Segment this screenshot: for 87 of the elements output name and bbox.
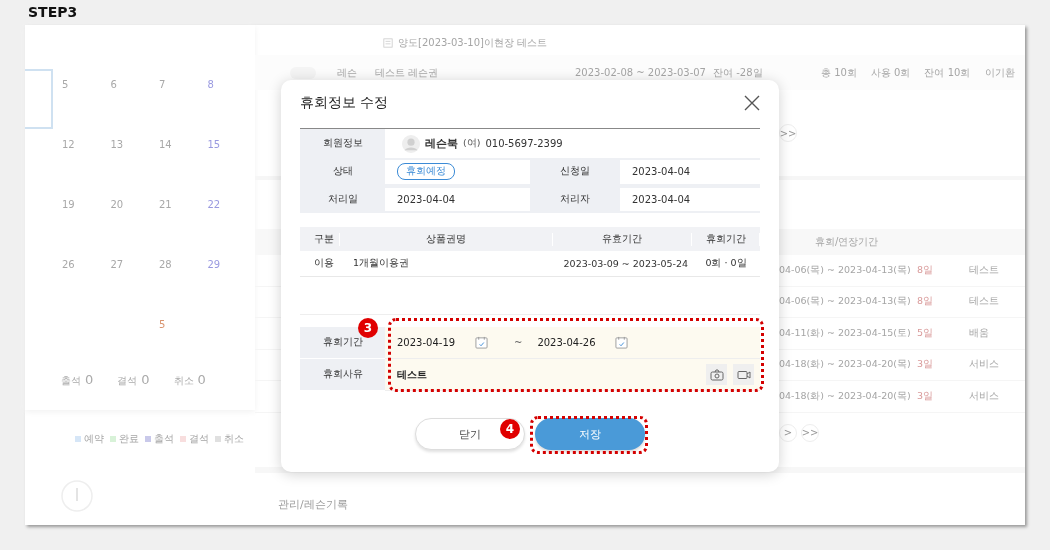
- stat-value: 0: [141, 372, 150, 387]
- table-cell-text: 배움: [969, 326, 990, 340]
- stat-label: 결석: [117, 374, 138, 388]
- field-label: 휴회사유: [300, 359, 385, 391]
- table-cell-text: 테스트: [969, 295, 1000, 309]
- stat-label: 취소: [173, 374, 194, 388]
- transfer-note: 양도[2023-03-10]이현장 테스트: [398, 35, 548, 50]
- calendar-icon[interactable]: [615, 336, 629, 349]
- stat-value: 0: [197, 372, 206, 387]
- field-label: 회원정보: [300, 129, 385, 158]
- pass-name: 테스트 레슨권: [375, 65, 440, 80]
- calendar-day[interactable]: 22: [207, 199, 221, 210]
- step-heading: STEP3: [27, 3, 79, 22]
- table-cell-text: 04-11(화) ~ 2023-04-15(토): [779, 326, 912, 340]
- pass-type: 레슨: [337, 65, 358, 80]
- table-cell-text: 3일: [917, 389, 935, 403]
- calendar-day[interactable]: 14: [159, 139, 172, 150]
- legend-label: 출석: [154, 432, 174, 446]
- close-icon[interactable]: [743, 94, 760, 112]
- calendar-day[interactable]: 13: [110, 139, 124, 150]
- dialog-title: 휴회정보 수정: [300, 94, 389, 112]
- legend-label: 완료: [119, 432, 139, 446]
- member-phone: 010-5697-2399: [485, 138, 563, 149]
- member-name: 레슨북: [425, 136, 458, 151]
- calendar-day[interactable]: 15: [207, 139, 221, 150]
- calendar-day[interactable]: 29: [207, 259, 221, 270]
- video-camera-icon[interactable]: [733, 364, 754, 385]
- calendar-day[interactable]: 21: [159, 199, 172, 210]
- field-value: 2023-04-04: [397, 193, 456, 205]
- table-cell-text: 3일: [917, 358, 935, 372]
- calendar-day[interactable]: 6: [110, 79, 117, 90]
- table-cell-text: 서비스: [969, 389, 1000, 403]
- table-cell-text: 04-18(화) ~ 2023-04-20(목): [779, 358, 912, 372]
- section-title: 관리/레슨기록: [278, 497, 348, 511]
- table-cell-text: 1개월이용권: [352, 257, 411, 270]
- status-badge: 휴회예정: [397, 163, 455, 181]
- column-header: 휴회기간: [692, 232, 760, 246]
- pass-manager: 이기환: [985, 65, 1015, 80]
- legend-label: 결석: [189, 432, 209, 446]
- table-cell-text: 테스트: [969, 263, 1000, 277]
- calendar-day[interactable]: 5: [62, 79, 69, 90]
- field-value: 2023-04-04: [632, 166, 691, 178]
- calendar-day[interactable]: 19: [62, 199, 75, 210]
- avatar-icon: [402, 134, 420, 153]
- calendar-day[interactable]: 28: [159, 259, 172, 270]
- column-header: 상품권명: [340, 232, 553, 246]
- member-gender: (여): [463, 137, 481, 150]
- pass-remaining: 잔여 -28일: [713, 65, 764, 80]
- table-cell-text: 서비스: [969, 358, 1000, 372]
- stat-value: 0: [85, 372, 94, 387]
- table-cell-text: 04-06(목) ~ 2023-04-13(목): [779, 295, 912, 309]
- calendar-day[interactable]: 8: [207, 79, 214, 90]
- pass-total: 총 10회: [821, 65, 857, 80]
- column-header: 유효기간: [553, 232, 692, 246]
- calendar-day[interactable]: 26: [62, 259, 75, 270]
- legend-label: 취소: [224, 432, 244, 446]
- calendar-day[interactable]: 20: [110, 199, 124, 210]
- table-cell-text: 5일: [917, 326, 935, 340]
- pass-period: 2023-02-08 ~ 2023-03-07: [575, 67, 707, 78]
- calendar-day[interactable]: 27: [110, 259, 124, 270]
- column-header: 휴회/연장기간: [815, 235, 879, 249]
- pass-left: 잔여 10회: [924, 65, 971, 80]
- column-header: 구분: [300, 232, 340, 246]
- range-separator: ~: [514, 337, 523, 348]
- camera-icon[interactable]: [706, 364, 727, 385]
- table-cell-text: 2023-03-09 ~ 2023-05-24: [562, 258, 689, 269]
- end-date-field[interactable]: 2023-04-26: [537, 337, 616, 348]
- table-cell-text: 04-18(화) ~ 2023-04-20(목): [779, 389, 912, 403]
- calendar-icon[interactable]: [475, 336, 488, 349]
- stat-label: 출석: [61, 374, 81, 388]
- calendar-day[interactable]: 12: [62, 139, 75, 150]
- table-cell-text: 이용: [313, 257, 335, 270]
- alert-icon: [61, 480, 93, 512]
- step-number-badge: 3: [358, 318, 378, 338]
- calendar-day[interactable]: 5: [159, 319, 166, 330]
- table-cell-text: 8일: [917, 295, 935, 309]
- start-date-field[interactable]: 2023-04-19: [397, 337, 475, 348]
- table-cell-text: 8일: [917, 263, 935, 277]
- table-cell-text: 04-06(목) ~ 2023-04-13(목): [779, 263, 912, 277]
- pass-used: 사용 0회: [870, 65, 911, 80]
- document-icon: [383, 37, 393, 48]
- calendar-day[interactable]: 7: [159, 79, 166, 90]
- legend-label: 예약: [84, 432, 104, 446]
- field-value: 2023-04-04: [632, 193, 691, 205]
- selected-day-cell[interactable]: [25, 69, 53, 129]
- save-button[interactable]: 저장: [535, 418, 645, 450]
- table-cell-text: 0회 · 0일: [704, 257, 748, 270]
